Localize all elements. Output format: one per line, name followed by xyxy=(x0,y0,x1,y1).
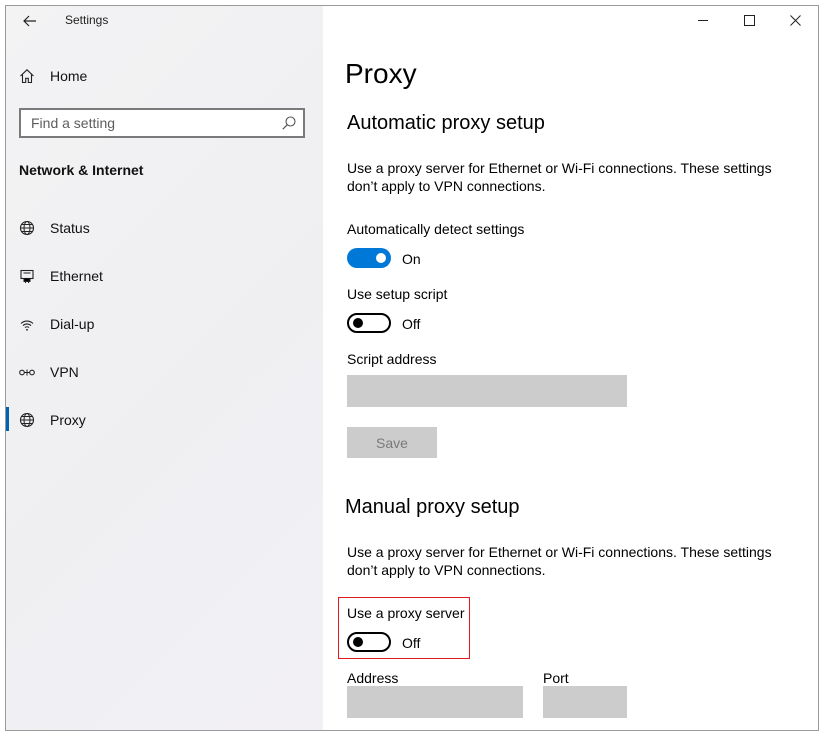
search-box[interactable] xyxy=(19,108,305,138)
sidebar-item-label: Proxy xyxy=(50,412,86,428)
manual-proxy-description: Use a proxy server for Ethernet or Wi-Fi… xyxy=(347,544,772,578)
setup-script-label: Use setup script xyxy=(347,286,448,302)
save-button[interactable]: Save xyxy=(347,427,437,458)
page-title: Proxy xyxy=(345,58,417,89)
sidebar-item-label: Ethernet xyxy=(50,268,103,284)
toggle-knob xyxy=(353,637,363,647)
use-proxy-state: Off xyxy=(402,635,421,651)
sidebar-item-label: Home xyxy=(50,68,88,84)
back-arrow-icon xyxy=(23,15,36,27)
minimize-icon xyxy=(698,19,708,21)
automatic-proxy-heading: Automatic proxy setup xyxy=(347,112,545,134)
app-title: Settings xyxy=(65,13,109,27)
sidebar-item-dial-up[interactable]: Dial-up xyxy=(6,304,323,344)
sidebar-item-vpn[interactable]: VPN xyxy=(6,352,323,392)
close-icon xyxy=(789,14,801,26)
back-button[interactable] xyxy=(18,9,42,33)
address-input[interactable] xyxy=(347,686,523,718)
main-content: Proxy Automatic proxy setup Use a proxy … xyxy=(323,6,818,730)
sidebar-item-label: Status xyxy=(50,220,90,236)
sidebar-item-home[interactable]: Home xyxy=(6,56,323,96)
manual-proxy-heading: Manual proxy setup xyxy=(345,496,520,518)
vpn-icon xyxy=(18,363,36,381)
globe-status-icon xyxy=(18,219,36,237)
port-input[interactable] xyxy=(543,686,627,718)
search-input[interactable] xyxy=(21,110,281,136)
sidebar-item-label: VPN xyxy=(50,364,79,380)
sidebar-section-title: Network & Internet xyxy=(19,162,144,178)
auto-detect-state: On xyxy=(402,251,421,267)
use-proxy-label: Use a proxy server xyxy=(347,605,465,621)
sidebar: Settings Home Network & Internet Status xyxy=(6,6,323,730)
use-proxy-toggle[interactable] xyxy=(347,632,391,652)
sidebar-item-status[interactable]: Status xyxy=(6,208,323,248)
settings-window: Settings Home Network & Internet Status xyxy=(5,5,819,731)
ethernet-icon xyxy=(18,267,36,285)
script-address-label: Script address xyxy=(347,351,437,367)
script-address-input[interactable] xyxy=(347,375,627,407)
setup-script-state: Off xyxy=(402,316,421,332)
setup-script-toggle[interactable] xyxy=(347,313,391,333)
auto-detect-toggle[interactable] xyxy=(347,248,391,268)
globe-icon xyxy=(18,411,36,429)
port-label: Port xyxy=(543,670,569,686)
search-icon[interactable] xyxy=(281,115,297,131)
sidebar-item-proxy[interactable]: Proxy xyxy=(6,400,323,440)
auto-detect-label: Automatically detect settings xyxy=(347,221,525,237)
sidebar-item-ethernet[interactable]: Ethernet xyxy=(6,256,323,296)
maximize-icon xyxy=(743,14,755,26)
home-icon xyxy=(18,67,36,85)
toggle-knob xyxy=(376,253,386,263)
sidebar-item-label: Dial-up xyxy=(50,316,95,332)
dialup-icon xyxy=(18,315,36,333)
close-button[interactable] xyxy=(772,6,818,34)
address-label: Address xyxy=(347,670,399,686)
minimize-button[interactable] xyxy=(680,6,726,34)
automatic-proxy-description: Use a proxy server for Ethernet or Wi-Fi… xyxy=(347,160,772,194)
toggle-knob xyxy=(353,318,363,328)
maximize-button[interactable] xyxy=(726,6,772,34)
